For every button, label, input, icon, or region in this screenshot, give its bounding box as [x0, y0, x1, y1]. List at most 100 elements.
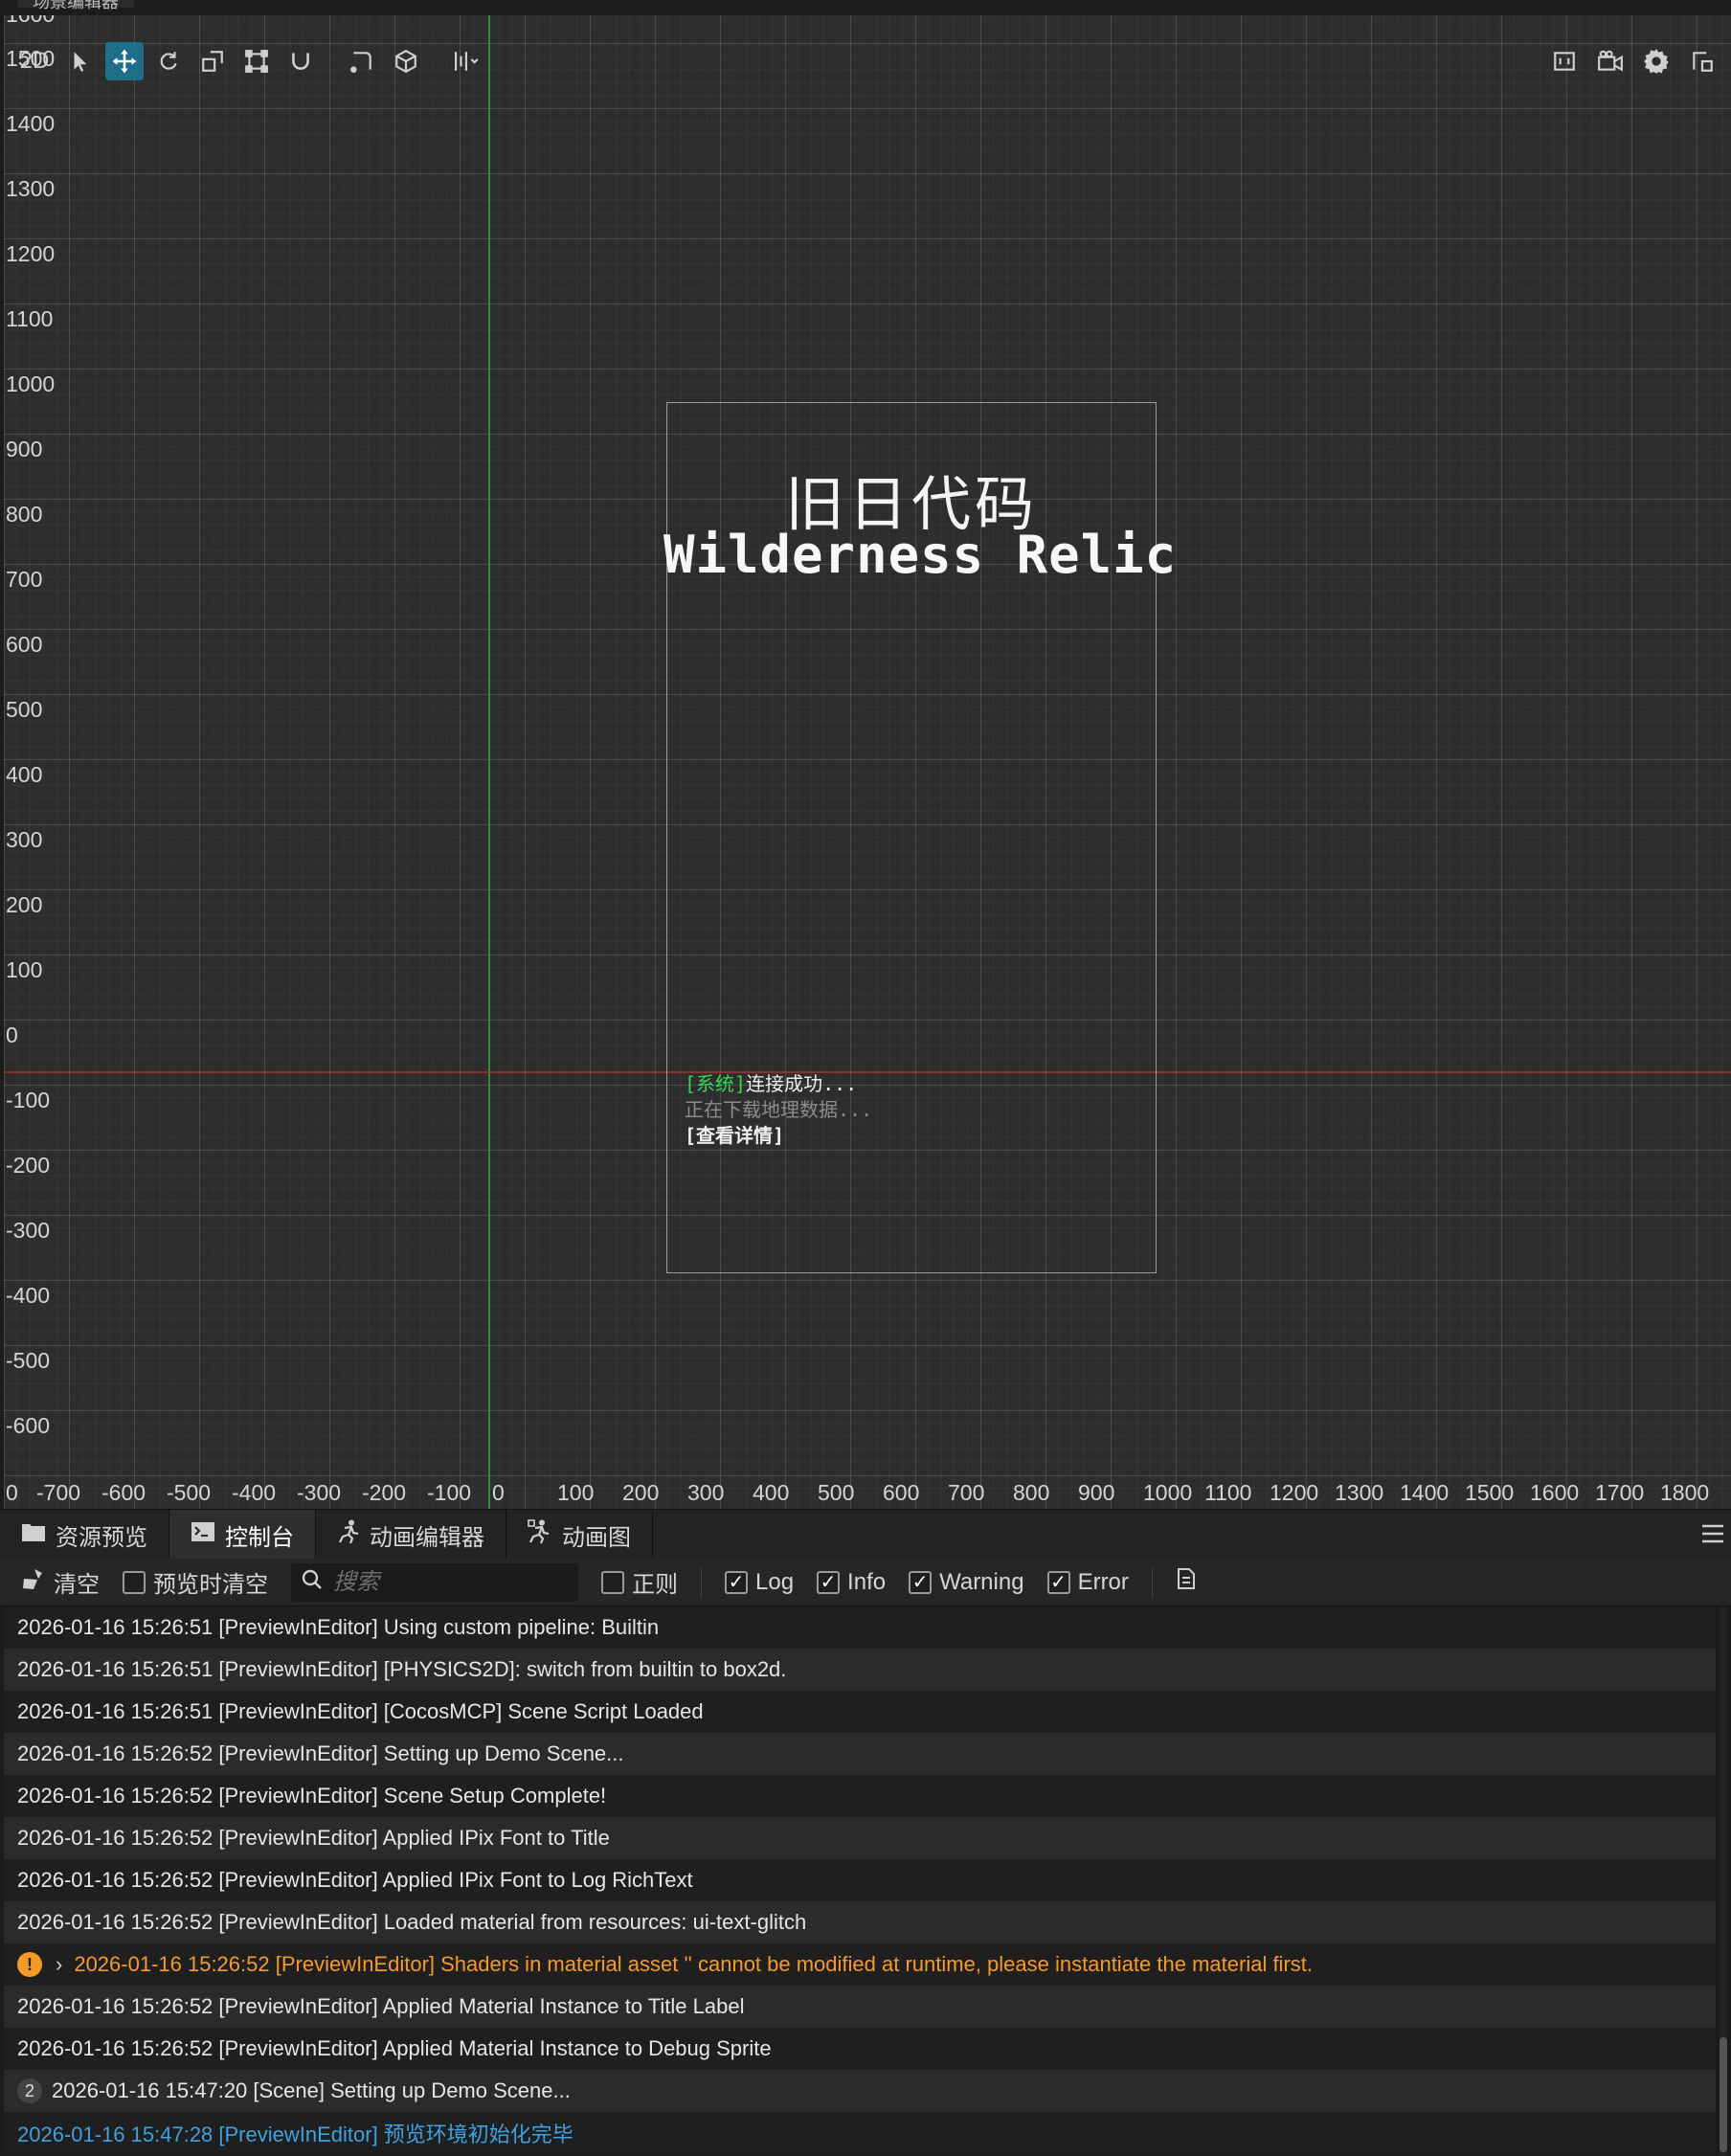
log-row[interactable]: 2026-01-16 15:26:52 [PreviewInEditor] Ap… [4, 2028, 1716, 2070]
log-row[interactable]: 2026-01-16 15:26:52 [PreviewInEditor] Se… [4, 1733, 1716, 1775]
ruler-y-label: 300 [6, 827, 43, 852]
2d-mode-button[interactable]: 2D [13, 42, 56, 80]
ruler-x-label: -700 [36, 1480, 81, 1505]
checkbox-checked-icon[interactable]: ✓ [909, 1570, 933, 1594]
panel-menu-icon[interactable] [1700, 1521, 1725, 1552]
chevron-right-icon[interactable]: › [56, 1952, 62, 1977]
filter-label: Error [1077, 1568, 1129, 1595]
filter-warning-checkbox[interactable]: ✓ Warning [909, 1568, 1024, 1596]
log-row[interactable]: 2026-01-16 15:26:52 [PreviewInEditor] Sc… [4, 1775, 1716, 1817]
scene-editor-tab[interactable]: 场景编辑器 [17, 0, 134, 11]
checkbox-checked-icon[interactable]: ✓ [817, 1570, 841, 1594]
tab-label: 动画图 [562, 1524, 631, 1551]
tab-label: 控制台 [225, 1524, 294, 1551]
y-axis-line [488, 15, 490, 1509]
log-row[interactable]: 2026-01-16 15:26:51 [PreviewInEditor] Us… [4, 1606, 1716, 1649]
ruler-x-label: 1600 [1530, 1480, 1580, 1505]
checkbox-checked-icon[interactable]: ✓ [1046, 1570, 1070, 1594]
divider [1151, 1567, 1153, 1597]
ruler-x-label: -600 [101, 1480, 146, 1505]
scene-toolbar: 2D [13, 42, 486, 80]
scale-icon[interactable] [193, 42, 232, 80]
divider [701, 1567, 702, 1597]
pivot-icon[interactable] [343, 42, 381, 80]
open-log-file-button[interactable] [1176, 1567, 1197, 1597]
log-text: 2026-01-16 15:47:20 [Scene] Setting up D… [52, 2078, 571, 2102]
rotate-icon[interactable] [149, 42, 188, 80]
checkbox-box[interactable] [123, 1570, 146, 1594]
align-icon[interactable] [448, 42, 486, 80]
console-log-list[interactable]: 2026-01-16 15:26:51 [PreviewInEditor] Us… [4, 1606, 1716, 2156]
scene-viewport[interactable]: 1600 1500 1400 1300 1200 1100 1000 900 8… [4, 15, 1731, 1509]
ruler-x-label: 1200 [1270, 1480, 1319, 1505]
canvas-node[interactable]: 旧日代码 Wilderness Relic [系统]连接成功... 正在下载地理… [663, 402, 1176, 1273]
tab-animation-editor[interactable]: 动画编辑器 [316, 1510, 506, 1560]
camera-icon[interactable] [1591, 42, 1630, 80]
filter-label: Warning [939, 1568, 1024, 1595]
warning-row[interactable]: ! › 2026-01-16 15:26:52 [PreviewInEditor… [4, 1943, 1716, 1986]
move-icon[interactable] [105, 42, 144, 80]
gear-icon[interactable] [1637, 42, 1675, 80]
ruler-y-label: 1300 [6, 176, 56, 201]
ruler-y-label: -400 [6, 1283, 51, 1308]
ruler-x-label: -400 [232, 1480, 277, 1505]
view-details-link[interactable]: [查看详情] [685, 1123, 872, 1149]
search-input[interactable] [333, 1568, 563, 1596]
ruler-x-label: 500 [818, 1480, 855, 1505]
ruler-y-label: 500 [6, 697, 43, 722]
magnet-icon[interactable] [281, 42, 320, 80]
ruler-x-label: -200 [362, 1480, 407, 1505]
search-field [291, 1562, 578, 1602]
ruler-y-label: 600 [6, 632, 43, 657]
ruler-y-label: -500 [6, 1348, 51, 1373]
filter-error-checkbox[interactable]: ✓ Error [1046, 1568, 1129, 1596]
log-row[interactable]: 2026-01-16 15:26:52 [PreviewInEditor] Ap… [4, 1986, 1716, 2028]
ruler-y-label: 1000 [6, 371, 56, 396]
ruler-x-label: 300 [687, 1480, 725, 1505]
ruler-y-label: 900 [6, 437, 43, 461]
log-row[interactable]: 2026-01-16 15:26:52 [PreviewInEditor] Ap… [4, 1817, 1716, 1859]
log-line-connected: 连接成功... [746, 1072, 858, 1095]
filter-info-checkbox[interactable]: ✓ Info [817, 1569, 886, 1596]
console-scrollbar[interactable] [1720, 1606, 1727, 2156]
ruler-x-label: 1100 [1204, 1480, 1252, 1505]
ruler-y-label: 1600 [6, 15, 55, 28]
local-global-icon[interactable] [387, 42, 425, 80]
info-row[interactable]: 2026-01-16 15:47:28 [PreviewInEditor] 预览… [4, 2112, 1716, 2154]
system-tag: [系统] [685, 1072, 747, 1095]
log-row[interactable]: 2026-01-16 15:26:52 [PreviewInEditor] Lo… [4, 1901, 1716, 1943]
clear-on-preview-checkbox[interactable]: 预览时清空 [123, 1565, 268, 1599]
regex-checkbox[interactable]: 正则 [601, 1565, 678, 1599]
animation-icon [337, 1519, 360, 1551]
filter-log-checkbox[interactable]: ✓ Log [725, 1569, 794, 1596]
viewport-icon[interactable] [1545, 42, 1584, 80]
ruler-x-label: 800 [1013, 1480, 1050, 1505]
broom-icon [21, 1567, 46, 1597]
ruler-x-label: 100 [557, 1480, 595, 1505]
ruler-y-label: 1100 [6, 306, 54, 331]
log-row[interactable]: 2026-01-16 15:26:51 [PreviewInEditor] [C… [4, 1691, 1716, 1733]
ruler-x-label: 700 [948, 1480, 985, 1505]
scrollbar-thumb[interactable] [1720, 2037, 1727, 2152]
log-row[interactable]: 2026-01-16 15:26:51 [PreviewInEditor] [P… [4, 1649, 1716, 1691]
tab-console[interactable]: 控制台 [169, 1510, 316, 1560]
gizmo-icon[interactable] [1683, 42, 1721, 80]
log-row[interactable]: 2026-01-16 15:26:52 [PreviewInEditor] Ap… [4, 1859, 1716, 1901]
document-icon [1176, 1567, 1197, 1597]
ruler-x-label: 200 [622, 1480, 660, 1505]
checkbox-box[interactable] [601, 1570, 624, 1594]
log-line-downloading: 正在下载地理数据... [685, 1098, 873, 1121]
tab-assets-preview[interactable]: 资源预览 [0, 1510, 169, 1560]
tab-animation-graph[interactable]: 动画图 [506, 1510, 653, 1560]
ruler-y-label: 100 [6, 957, 43, 982]
scene-editor-window: 场景编辑器 1600 1500 1400 1300 1200 1100 1000… [0, 0, 1731, 2156]
editor-title-strip: 场景编辑器 [0, 0, 1731, 15]
warning-text: 2026-01-16 15:26:52 [PreviewInEditor] Sh… [74, 1952, 1313, 1976]
rect-icon[interactable] [237, 42, 276, 80]
log-row-repeated[interactable]: 2 2026-01-16 15:47:20 [Scene] Setting up… [4, 2070, 1716, 2112]
select-icon[interactable] [61, 42, 100, 80]
ruler-x-label: 1500 [1465, 1480, 1515, 1505]
clear-button[interactable]: 清空 [21, 1565, 100, 1599]
checkbox-checked-icon[interactable]: ✓ [725, 1570, 748, 1594]
ruler-y-label: 200 [6, 892, 43, 917]
